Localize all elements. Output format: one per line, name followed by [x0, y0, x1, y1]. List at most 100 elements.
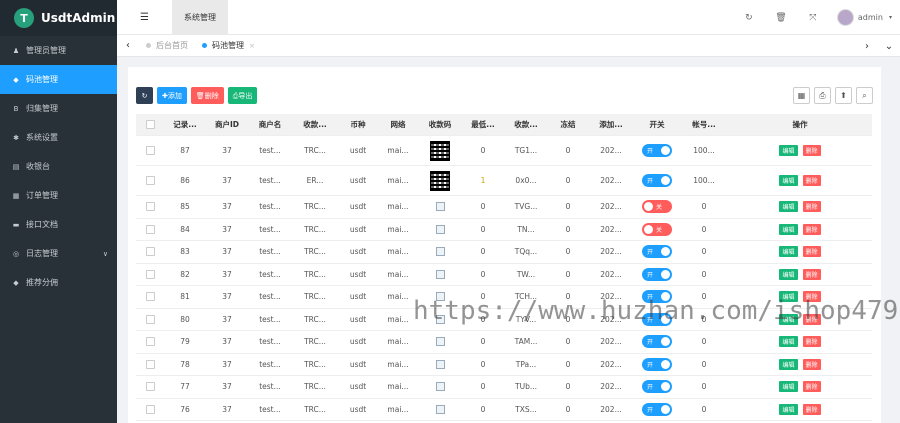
edit-button[interactable]: 编辑	[779, 175, 798, 186]
trash-icon[interactable]: 🗑	[765, 13, 797, 23]
status-toggle[interactable]: 开	[642, 312, 672, 326]
status-toggle[interactable]: 开	[642, 144, 672, 157]
status-toggle[interactable]: 开	[642, 335, 672, 349]
delete-row-button[interactable]: 删除	[802, 201, 821, 213]
delete-button[interactable]: 🗑删除	[190, 87, 224, 104]
row-checkbox[interactable]	[145, 382, 155, 392]
edit-button[interactable]: 编辑	[779, 145, 798, 156]
columns-icon[interactable]: ▦	[793, 87, 810, 104]
image-placeholder-icon[interactable]	[435, 382, 445, 392]
row-checkbox[interactable]	[145, 176, 155, 185]
column-header[interactable]: 收款...	[292, 119, 338, 130]
close-icon[interactable]: ×	[249, 42, 255, 50]
tab-home[interactable]: 后台首页	[139, 40, 195, 51]
delete-row-button[interactable]: 删除	[802, 313, 821, 325]
add-button[interactable]: ✚添加	[157, 87, 187, 104]
delete-row-button[interactable]: 删除	[802, 175, 821, 186]
row-checkbox[interactable]	[145, 146, 155, 155]
image-placeholder-icon[interactable]	[435, 247, 445, 257]
delete-row-button[interactable]: 删除	[802, 381, 821, 393]
edit-button[interactable]: 编辑	[779, 291, 798, 303]
print-icon[interactable]: ⎙	[814, 87, 831, 104]
delete-row-button[interactable]: 删除	[802, 358, 821, 370]
status-toggle[interactable]: 开	[642, 245, 672, 259]
edit-button[interactable]: 编辑	[779, 246, 798, 258]
image-placeholder-icon[interactable]	[435, 202, 445, 212]
sidebar-item[interactable]: ◆ 码池管理	[0, 65, 117, 94]
refresh-icon[interactable]: ↻	[733, 13, 765, 23]
delete-row-button[interactable]: 删除	[802, 336, 821, 348]
column-header[interactable]: 操作	[728, 119, 872, 130]
sidebar-item[interactable]: ▬ 接口文档	[0, 210, 117, 239]
chevron-down-icon[interactable]: ▾	[889, 14, 892, 21]
qr-code-image[interactable]	[430, 170, 450, 191]
status-toggle[interactable]: 关	[642, 222, 672, 236]
select-all-checkbox[interactable]	[145, 120, 155, 129]
edit-button[interactable]: 编辑	[779, 381, 798, 393]
avatar[interactable]	[836, 9, 854, 26]
column-header[interactable]: 商户名	[248, 119, 292, 130]
sidebar-item[interactable]: B 归集管理	[0, 94, 117, 123]
column-header[interactable]: 商户ID	[206, 119, 248, 130]
row-checkbox[interactable]	[145, 292, 155, 302]
refresh-button[interactable]: ↻	[136, 87, 153, 104]
delete-row-button[interactable]: 删除	[802, 403, 821, 415]
tabs-scroll-left-icon[interactable]: ‹	[117, 40, 139, 51]
delete-row-button[interactable]: 删除	[802, 145, 821, 156]
status-toggle[interactable]: 开	[642, 267, 672, 281]
status-toggle[interactable]: 开	[642, 357, 672, 371]
column-header[interactable]: 网络	[378, 119, 418, 130]
status-toggle[interactable]: 开	[642, 380, 672, 394]
sidebar-item[interactable]: ▦ 订单管理	[0, 181, 117, 210]
image-placeholder-icon[interactable]	[435, 269, 445, 279]
image-placeholder-icon[interactable]	[435, 292, 445, 302]
delete-row-button[interactable]: 删除	[802, 268, 821, 280]
row-checkbox[interactable]	[145, 202, 155, 212]
image-placeholder-icon[interactable]	[435, 359, 445, 369]
edit-button[interactable]: 编辑	[779, 313, 798, 325]
column-header[interactable]: 添加...	[588, 119, 634, 130]
status-toggle[interactable]: 开	[642, 402, 672, 416]
delete-row-button[interactable]: 删除	[802, 291, 821, 303]
row-checkbox[interactable]	[145, 314, 155, 324]
row-checkbox[interactable]	[145, 247, 155, 257]
row-checkbox[interactable]	[145, 337, 155, 347]
search-icon[interactable]: ⌕	[856, 87, 873, 104]
column-header[interactable]: 收款码	[418, 119, 462, 130]
column-header[interactable]: 记录...	[164, 119, 206, 130]
delete-row-button[interactable]: 删除	[802, 223, 821, 235]
export-icon[interactable]: ⬆	[835, 87, 852, 104]
row-checkbox[interactable]	[145, 404, 155, 414]
sidebar-item[interactable]: ◎ 日志管理 ∨	[0, 239, 117, 268]
column-header[interactable]: 开关	[634, 119, 680, 130]
sidebar-item[interactable]: ◆ 推荐分佣	[0, 268, 117, 297]
edit-button[interactable]: 编辑	[779, 403, 798, 415]
edit-button[interactable]: 编辑	[779, 358, 798, 370]
user-name[interactable]: admin	[858, 13, 883, 22]
menu-toggle-icon[interactable]: ☰	[117, 0, 172, 35]
fullscreen-icon[interactable]: ⤧	[797, 13, 829, 23]
qr-code-image[interactable]	[430, 140, 450, 161]
column-header[interactable]: 收款...	[504, 119, 548, 130]
image-placeholder-icon[interactable]	[435, 224, 445, 234]
tabs-menu-chevron-icon[interactable]: ⌄	[878, 41, 900, 52]
column-header[interactable]: 最低...	[462, 119, 504, 130]
row-checkbox[interactable]	[145, 359, 155, 369]
tabs-scroll-right-icon[interactable]: ›	[856, 41, 878, 52]
status-toggle[interactable]: 关	[642, 200, 672, 214]
top-tab-system[interactable]: 系统管理	[172, 0, 228, 35]
column-header[interactable]: 冻结	[548, 119, 588, 130]
status-toggle[interactable]: 开	[642, 174, 672, 187]
row-checkbox[interactable]	[145, 224, 155, 234]
edit-button[interactable]: 编辑	[779, 268, 798, 280]
export-button[interactable]: ⎙导出	[227, 87, 258, 104]
sidebar-item[interactable]: ♟ 管理员管理	[0, 36, 117, 65]
column-header[interactable]: 币种	[338, 119, 378, 130]
sidebar-item[interactable]: ✱ 系统设置	[0, 123, 117, 152]
column-header[interactable]: 帐号...	[680, 119, 728, 130]
edit-button[interactable]: 编辑	[779, 201, 798, 213]
row-checkbox[interactable]	[145, 269, 155, 279]
delete-row-button[interactable]: 删除	[802, 246, 821, 258]
edit-button[interactable]: 编辑	[779, 223, 798, 235]
sidebar-item[interactable]: ▤ 收银台	[0, 152, 117, 181]
